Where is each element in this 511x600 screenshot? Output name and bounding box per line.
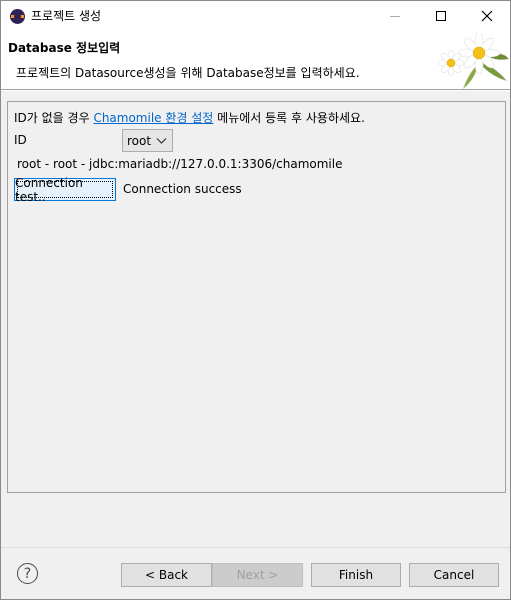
page-title: Database 정보입력 bbox=[8, 41, 121, 55]
connection-test-button[interactable]: Connection test.. bbox=[14, 176, 116, 204]
chamomile-settings-link[interactable]: Chamomile 환경 설정 bbox=[93, 111, 213, 125]
page-description: 프로젝트의 Datasource생성을 위해 Database정보를 입력하세요… bbox=[16, 66, 360, 80]
finish-button[interactable]: Finish bbox=[311, 563, 401, 587]
title-bar: 프로젝트 생성 bbox=[1, 1, 510, 31]
id-hint: ID가 없을 경우 Chamomile 환경 설정 메뉴에서 등록 후 사용하세… bbox=[14, 109, 365, 126]
maximize-icon bbox=[436, 11, 446, 21]
close-button[interactable] bbox=[464, 1, 510, 31]
id-select-value: root bbox=[127, 133, 152, 148]
minimize-icon bbox=[390, 15, 400, 17]
window-title: 프로젝트 생성 bbox=[31, 9, 102, 23]
wizard-window: 프로젝트 생성 Database 정보입력 프로젝트의 Datasource생성… bbox=[0, 0, 511, 600]
hint-prefix: ID가 없을 경우 bbox=[14, 111, 94, 125]
minimize-button[interactable] bbox=[372, 1, 418, 31]
hint-suffix: 메뉴에서 등록 후 사용하세요. bbox=[213, 111, 365, 125]
connection-status: Connection success bbox=[123, 182, 242, 196]
id-label: ID bbox=[14, 133, 27, 147]
footer-divider bbox=[1, 547, 510, 549]
help-icon[interactable]: ? bbox=[17, 563, 38, 584]
maximize-button[interactable] bbox=[418, 1, 464, 31]
id-select[interactable]: root bbox=[122, 129, 173, 152]
datasource-info: root - root - jdbc:mariadb://127.0.0.1:3… bbox=[17, 157, 343, 171]
eclipse-icon bbox=[10, 9, 25, 24]
chevron-down-icon bbox=[156, 138, 167, 144]
wizard-banner: Database 정보입력 프로젝트의 Datasource생성을 위해 Dat… bbox=[1, 31, 510, 90]
cancel-button[interactable]: Cancel bbox=[409, 563, 499, 587]
chamomile-flower-image bbox=[437, 33, 510, 90]
close-icon bbox=[481, 10, 493, 22]
back-button[interactable]: < Back bbox=[121, 563, 212, 587]
next-button[interactable]: Next > bbox=[212, 563, 303, 587]
